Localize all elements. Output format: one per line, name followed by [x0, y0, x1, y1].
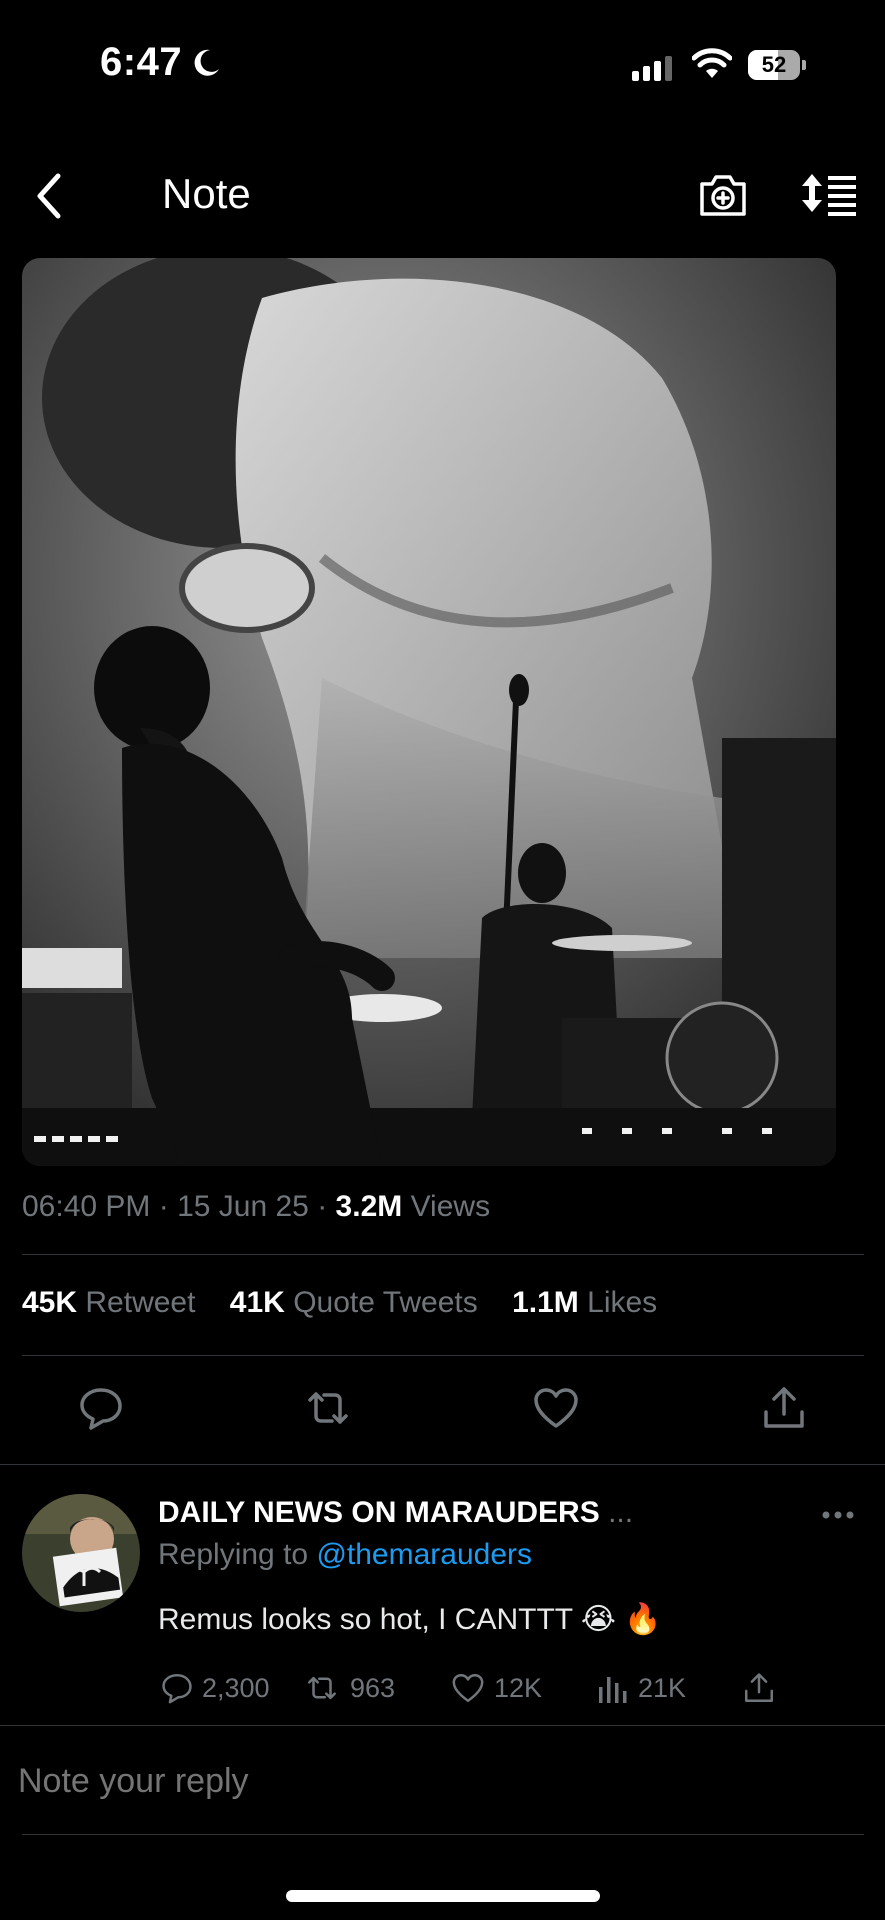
home-indicator[interactable]: [286, 1890, 600, 1902]
battery-indicator: 52: [748, 50, 806, 80]
replying-prefix: Replying to: [158, 1538, 309, 1571]
signal-icon: [632, 56, 676, 81]
reply-replies-count: 2,300: [202, 1672, 270, 1703]
tweet-meta: 06:40 PM · 15 Jun 25 · 3.2M Views: [22, 1190, 491, 1223]
retweet-icon[interactable]: [304, 1384, 352, 1432]
status-time: 6:47: [100, 40, 183, 84]
likes-count: 1.1M: [512, 1286, 579, 1319]
reply-likes[interactable]: 12K: [450, 1668, 542, 1708]
page-title: Note: [162, 170, 251, 217]
tweet-photo[interactable]: [22, 258, 836, 1166]
retweet-count: 45K: [22, 1286, 78, 1319]
back-chevron-icon[interactable]: [28, 168, 72, 224]
reply-views[interactable]: 21K: [596, 1668, 686, 1708]
reply-author-name: DAILY NEWS ON MARAUDERS: [158, 1496, 600, 1529]
quote-count: 41K: [229, 1286, 285, 1319]
tweet-time: 06:40 PM: [22, 1190, 151, 1223]
more-options-icon[interactable]: [820, 1500, 856, 1530]
divider: [22, 1834, 864, 1835]
wifi-icon: [692, 48, 732, 78]
views-count: 3.2M: [335, 1190, 403, 1223]
divider: [0, 1725, 885, 1726]
reply-icon[interactable]: [77, 1384, 125, 1432]
sort-lines-icon[interactable]: [800, 170, 858, 220]
retweet-icon: [308, 1676, 336, 1700]
views-chart-icon: [599, 1677, 627, 1703]
reply-icon: [162, 1674, 192, 1704]
reply-input[interactable]: [18, 1760, 858, 1802]
camera-plus-icon[interactable]: [696, 170, 750, 220]
reply-share[interactable]: [742, 1668, 784, 1708]
divider: [0, 1464, 885, 1465]
moon-icon: [194, 49, 219, 76]
reply-replies[interactable]: 2,300: [160, 1668, 270, 1708]
views-label: Views: [410, 1190, 491, 1223]
tweet-stats: 45K Retweet 41K Quote Tweets 1.1M Likes: [22, 1286, 683, 1320]
reply-author-ellipsis: ...: [608, 1496, 634, 1529]
avatar[interactable]: [22, 1494, 140, 1612]
like-icon: [452, 1674, 484, 1702]
tweet-date: 15 Jun 25: [177, 1190, 309, 1223]
divider: [22, 1254, 864, 1255]
quotes-stat[interactable]: 41K Quote Tweets: [230, 1286, 478, 1319]
share-icon: [745, 1673, 773, 1702]
reply-author[interactable]: DAILY NEWS ON MARAUDERS ...: [158, 1496, 633, 1530]
retweet-label: Retweet: [85, 1286, 196, 1319]
replying-handle-link[interactable]: @themarauders: [316, 1538, 532, 1571]
retweets-stat[interactable]: 45K Retweet: [22, 1286, 195, 1319]
likes-label: Likes: [587, 1286, 658, 1319]
likes-stat[interactable]: 1.1M Likes: [512, 1286, 657, 1319]
like-icon[interactable]: [532, 1384, 580, 1432]
reply-retweets[interactable]: 963: [302, 1668, 395, 1708]
replying-to: Replying to @themarauders: [158, 1538, 532, 1572]
quote-label: Quote Tweets: [293, 1286, 478, 1319]
reply-likes-count: 12K: [494, 1672, 543, 1703]
battery-level: 52: [761, 52, 787, 77]
reply-views-count: 21K: [638, 1672, 687, 1703]
reply-retweets-count: 963: [350, 1672, 396, 1703]
share-icon[interactable]: [760, 1384, 808, 1432]
reply-text: Remus looks so hot, I CANTTT 😭 🔥: [158, 1603, 662, 1636]
divider: [22, 1355, 864, 1356]
